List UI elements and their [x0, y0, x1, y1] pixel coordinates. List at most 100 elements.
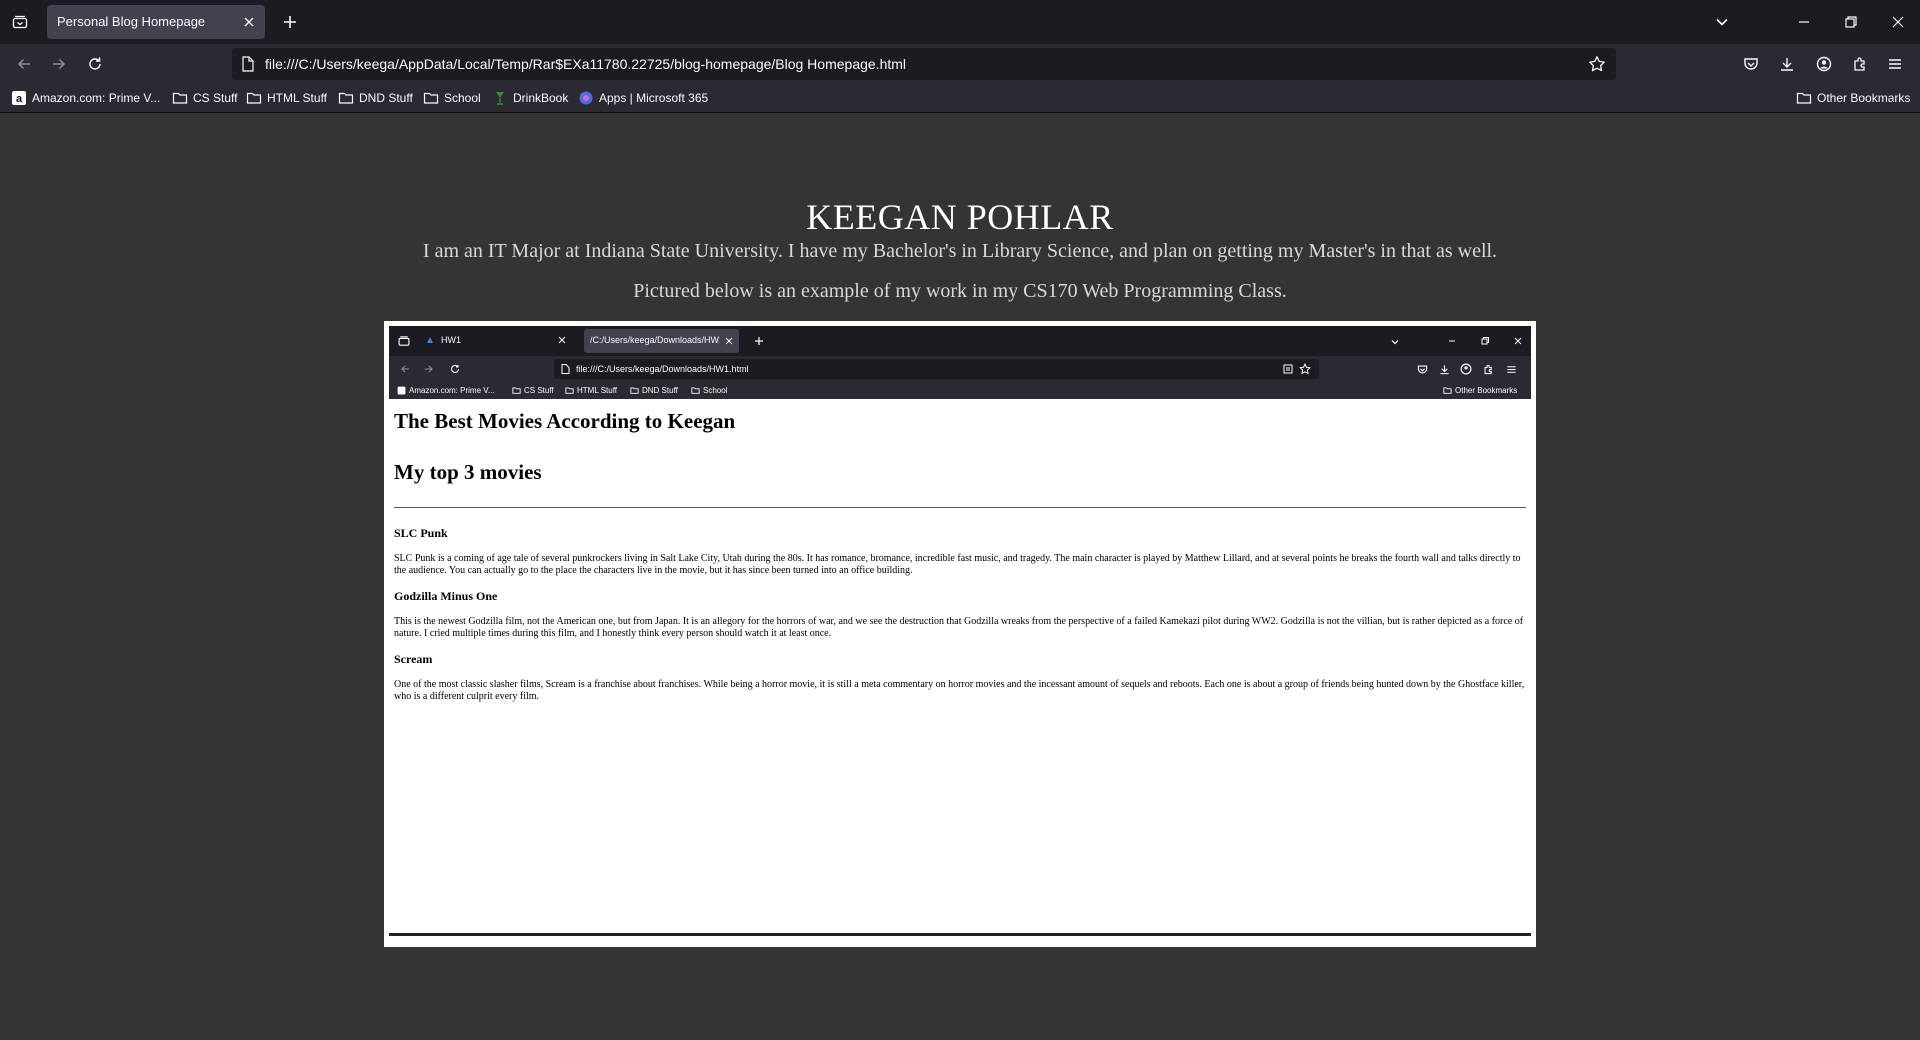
screenshot-document: The Best Movies According to Keegan My t… [394, 399, 1526, 703]
bookmark-microsoft-365[interactable]: Apps | Microsoft 365 [578, 89, 708, 107]
tab-personal-blog-homepage[interactable]: Personal Blog Homepage [47, 5, 265, 39]
pocket-icon[interactable] [1738, 51, 1764, 77]
close-window-icon [1512, 335, 1524, 347]
pictured-caption: Pictured below is an example of my work … [633, 280, 1287, 302]
folder-icon [512, 386, 521, 395]
account-icon[interactable] [1811, 51, 1837, 77]
bookmark-star-icon [1299, 363, 1311, 375]
folder-icon [691, 386, 700, 395]
forward-icon[interactable] [45, 50, 73, 78]
bookmark-amazon[interactable]: a Amazon.com: Prime V... [11, 89, 160, 107]
downloads-icon [1438, 363, 1450, 375]
bookmark-html-stuff: HTML Stuff [565, 385, 617, 396]
bookmark-dnd-stuff[interactable]: DND Stuff [338, 89, 413, 107]
url-text: file:///C:/Users/keega/AppData/Local/Tem… [265, 56, 907, 72]
page-icon [560, 364, 570, 374]
minimize-icon [1446, 335, 1458, 347]
minimize-icon[interactable] [1790, 8, 1818, 36]
bookmark-cs-stuff[interactable]: CS Stuff [172, 89, 237, 107]
bookmark-label: DrinkBook [513, 91, 569, 105]
reload-icon[interactable] [81, 50, 109, 78]
svg-text:a: a [16, 93, 23, 105]
navigation-toolbar: file:///C:/Users/keega/AppData/Local/Tem… [0, 44, 1920, 84]
bookmark-school[interactable]: School [423, 89, 481, 107]
menu-icon [1505, 363, 1517, 375]
page-icon [240, 56, 256, 72]
tab-list-icon[interactable] [6, 8, 34, 36]
bookmark-label: Amazon.com: Prime V... [32, 91, 161, 105]
account-icon [1460, 363, 1472, 375]
screenshot-tab-hw1: HW1 [417, 329, 577, 353]
menu-icon[interactable] [1882, 51, 1908, 77]
amazon-icon: a [11, 90, 27, 106]
movie-title: Godzilla Minus One [394, 589, 498, 603]
movie-description: This is the newest Godzilla film, not th… [394, 616, 1524, 639]
divider [389, 933, 1531, 936]
bookmark-label: Apps | Microsoft 365 [599, 91, 709, 105]
bookmark-label: CS Stuff [193, 91, 238, 105]
bookmark-label: CS Stuff [524, 386, 554, 395]
extensions-icon [1482, 363, 1494, 375]
bookmark-label: HTML Stuff [267, 91, 328, 105]
downloads-icon[interactable] [1774, 51, 1800, 77]
new-tab-icon[interactable] [278, 10, 302, 34]
other-bookmarks[interactable]: Other Bookmarks [1796, 89, 1910, 107]
bookmark-label: School [444, 91, 481, 105]
back-icon[interactable] [10, 50, 38, 78]
folder-icon [1796, 90, 1812, 106]
reader-view-icon [1283, 364, 1293, 374]
tab-bar: Personal Blog Homepage [0, 0, 1920, 44]
screenshot-tab-bar: HW1 /C:/Users/keega/Downloads/HW1.h [389, 326, 1531, 356]
bookmark-amazon: Amazon.com: Prime V... [397, 385, 495, 396]
close-window-icon[interactable] [1884, 8, 1912, 36]
close-tab-icon [557, 335, 567, 345]
address-bar[interactable]: file:///C:/Users/keega/AppData/Local/Tem… [232, 48, 1616, 80]
restore-icon[interactable] [1837, 8, 1865, 36]
microsoft-365-icon [578, 90, 594, 106]
bookmark-cs-stuff: CS Stuff [512, 385, 554, 396]
bookmarks-toolbar: a Amazon.com: Prime V... CS Stuff HTML S… [0, 84, 1920, 113]
movie-title: SLC Punk [394, 526, 448, 540]
extensions-icon[interactable] [1847, 51, 1873, 77]
screenshot-bookmarks-toolbar: Amazon.com: Prime V... CS Stuff HTML Stu… [389, 382, 1531, 399]
intro-text: I am an IT Major at Indiana State Univer… [422, 240, 1498, 262]
movie-title: Scream [394, 652, 433, 666]
bookmark-label: School [703, 386, 728, 395]
other-bookmarks-label: Other Bookmarks [1455, 386, 1518, 395]
bookmark-school: School [691, 385, 727, 396]
chevron-down-icon[interactable] [1710, 10, 1734, 34]
screenshot-frame: HW1 /C:/Users/keega/Downloads/HW1.h file… [384, 321, 1536, 947]
folder-icon [172, 90, 188, 106]
bookmark-label: DND Stuff [642, 386, 678, 395]
restore-icon [1479, 335, 1491, 347]
screenshot-url-text: file:///C:/Users/keega/Downloads/HW1.htm… [576, 364, 749, 374]
screenshot-navigation-toolbar: file:///C:/Users/keega/Downloads/HW1.htm… [389, 356, 1531, 382]
reload-icon [449, 363, 461, 375]
tab-title: Personal Blog Homepage [57, 14, 206, 29]
divider [394, 507, 1526, 508]
pocket-icon [1416, 363, 1428, 375]
close-tab-icon [724, 336, 734, 346]
page-title: KEEGAN POHLAR [806, 197, 1114, 237]
bookmark-drinkbook[interactable]: DrinkBook [492, 89, 568, 107]
screenshot-tab-title: HW1 [441, 335, 461, 345]
amazon-icon [397, 386, 406, 395]
folder-icon [565, 386, 574, 395]
screenshot-image: HW1 /C:/Users/keega/Downloads/HW1.h file… [389, 326, 1531, 942]
folder-icon [338, 90, 354, 106]
bookmark-label: HTML Stuff [577, 386, 618, 395]
tab-list-icon [395, 332, 413, 350]
bookmark-label: DND Stuff [359, 91, 413, 105]
html-file-icon [425, 335, 435, 345]
bookmark-html-stuff[interactable]: HTML Stuff [246, 89, 327, 107]
movie-description: SLC Punk is a coming of age tale of seve… [394, 553, 1521, 576]
screenshot-tab-title: /C:/Users/keega/Downloads/HW1.h [590, 335, 720, 345]
document-heading: The Best Movies According to Keegan [394, 409, 736, 433]
close-tab-icon[interactable] [241, 14, 257, 30]
new-tab-icon [753, 335, 765, 347]
folder-icon [630, 386, 639, 395]
bookmark-star-icon[interactable] [1588, 55, 1606, 73]
other-bookmarks: Other Bookmarks [1443, 385, 1517, 396]
folder-icon [423, 90, 439, 106]
back-icon [399, 363, 411, 375]
